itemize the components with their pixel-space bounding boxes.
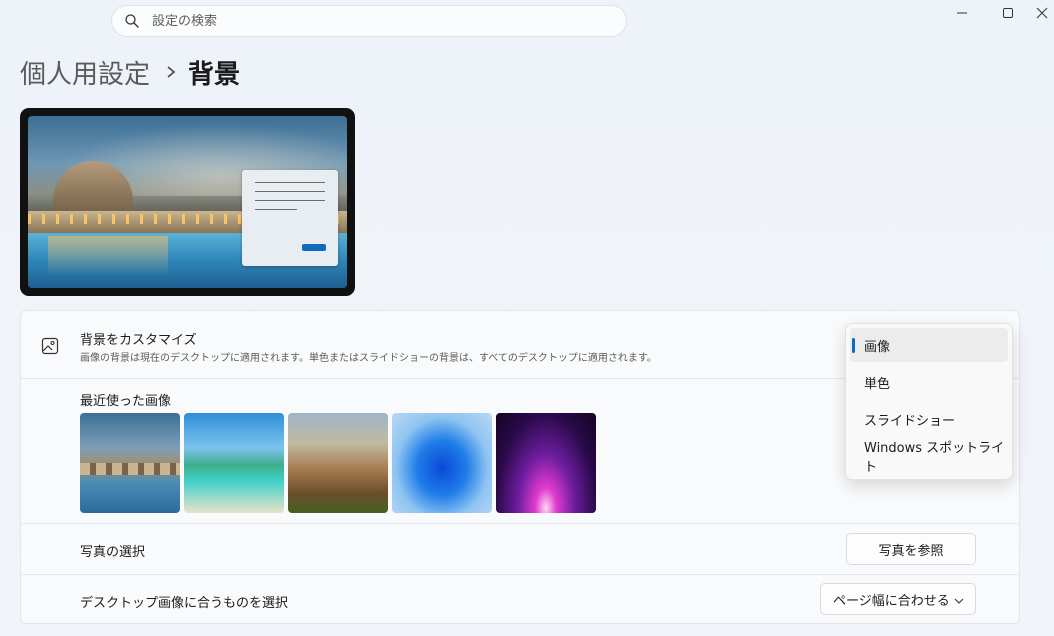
preview-window-line <box>255 200 325 201</box>
choose-photo-row: 写真の選択 写真を参照 <box>21 525 1019 575</box>
page-title: 背景 <box>188 59 241 90</box>
recent-image-thumbnail[interactable] <box>288 413 388 513</box>
dropdown-option-label: 単色 <box>864 376 891 392</box>
selection-indicator <box>852 338 855 353</box>
maximize-icon <box>1003 8 1013 18</box>
minimize-icon <box>957 12 967 14</box>
minimize-button[interactable] <box>939 0 985 26</box>
search-box[interactable] <box>111 5 627 37</box>
choose-photo-label: 写真の選択 <box>80 545 146 560</box>
fit-select-value: ページ幅に合わせる <box>833 593 950 609</box>
search-input[interactable] <box>152 13 592 29</box>
customize-title: 背景をカスタマイズ <box>80 333 197 348</box>
dropdown-option-label: 画像 <box>864 339 891 355</box>
fit-select[interactable]: ページ幅に合わせる <box>820 583 976 615</box>
maximize-button[interactable] <box>985 0 1031 26</box>
desktop-preview <box>20 108 355 296</box>
dropdown-option-slideshow[interactable]: スライドショー <box>850 402 1008 436</box>
breadcrumb: 個人用設定 背景 <box>20 52 240 92</box>
recent-image-thumbnail[interactable] <box>392 413 492 513</box>
recent-images-list <box>80 413 596 513</box>
dropdown-option-label: Windows スポットライト <box>864 441 1005 475</box>
chevron-right-icon <box>166 65 176 79</box>
dropdown-option-label: スライドショー <box>864 413 956 429</box>
search-icon <box>124 13 140 29</box>
dropdown-option-picture[interactable]: 画像 <box>850 328 1008 362</box>
preview-window-line <box>255 191 325 192</box>
preview-window-line <box>255 209 297 210</box>
close-icon <box>1036 7 1048 19</box>
preview-wallpaper <box>28 116 347 288</box>
background-type-dropdown: 画像 単色 スライドショー Windows スポットライト <box>845 323 1013 480</box>
recent-images-label: 最近使った画像 <box>80 394 172 409</box>
chevron-down-icon <box>953 595 965 605</box>
dropdown-option-spotlight[interactable]: Windows スポットライト <box>850 439 1008 475</box>
recent-image-thumbnail[interactable] <box>80 413 180 513</box>
image-icon <box>41 337 59 355</box>
preview-window-line <box>255 182 325 183</box>
recent-image-thumbnail[interactable] <box>496 413 596 513</box>
preview-window <box>242 170 338 266</box>
settings-window: 個人用設定 背景 <box>0 0 1054 636</box>
fit-label: デスクトップ画像に合うものを選択 <box>80 596 289 611</box>
fit-row: デスクトップ画像に合うものを選択 ページ幅に合わせる <box>21 576 1019 624</box>
customize-description: 画像の背景は現在のデスクトップに適用されます。単色またはスライドショーの背景は、… <box>80 353 657 364</box>
browse-photos-button[interactable]: 写真を参照 <box>846 533 976 565</box>
dropdown-option-solid-color[interactable]: 単色 <box>850 365 1008 399</box>
recent-image-thumbnail[interactable] <box>184 413 284 513</box>
close-button[interactable] <box>1030 0 1054 26</box>
breadcrumb-parent[interactable]: 個人用設定 <box>20 54 150 91</box>
preview-window-button <box>302 244 326 251</box>
preview-reflection <box>48 236 168 276</box>
